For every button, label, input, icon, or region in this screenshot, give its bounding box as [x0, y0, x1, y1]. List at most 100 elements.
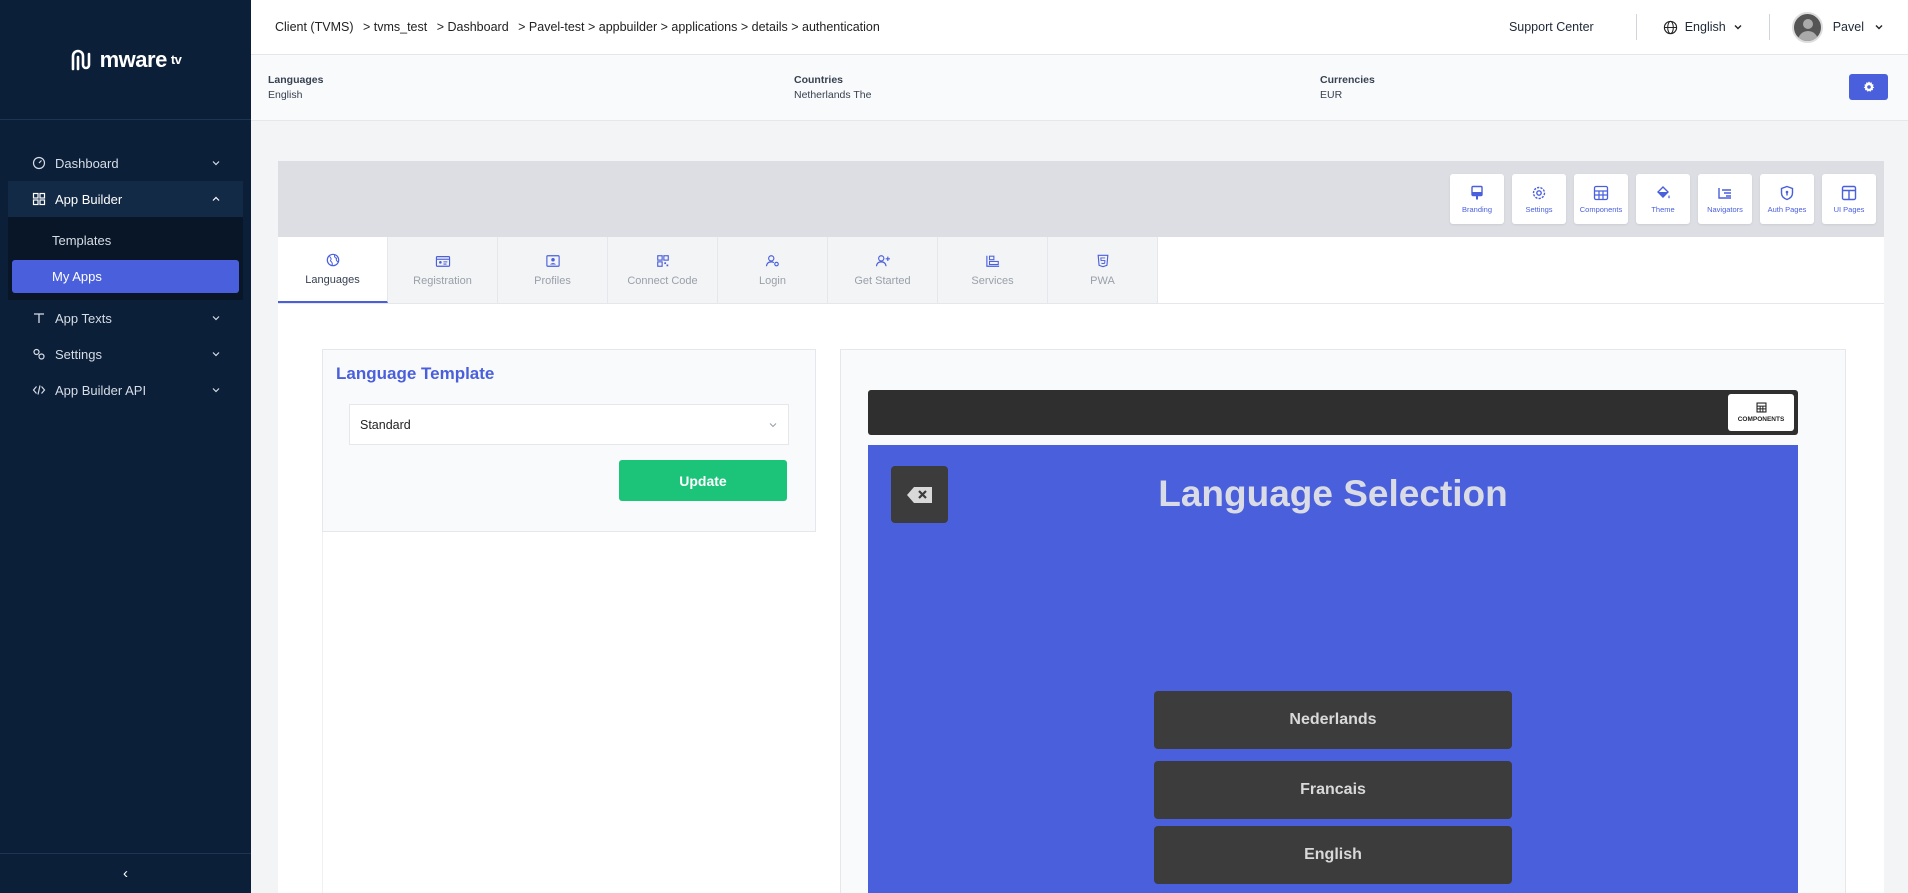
chevron-down-icon: [212, 316, 220, 321]
support-center-link[interactable]: Support Center: [1467, 20, 1636, 34]
toolbar-components-button[interactable]: Components: [1574, 174, 1628, 224]
sidebar-item-app-builder[interactable]: App Builder: [8, 181, 243, 217]
panel-header: Branding Settings Components Theme Navig…: [278, 161, 1884, 237]
tab-get-started[interactable]: Get Started: [828, 237, 938, 303]
components-icon: [1593, 185, 1609, 200]
tab-label: Login: [759, 274, 786, 287]
chevron-down-icon: [769, 422, 777, 427]
sidebar-item-label: App Texts: [55, 310, 112, 326]
top-bar: Client (TVMS) > tvms_test > Dashboard > …: [251, 0, 1908, 55]
tab-services[interactable]: Services: [938, 237, 1048, 303]
preview-toolbar: COMPONENTS: [868, 390, 1798, 435]
tab-label: Connect Code: [627, 274, 698, 287]
auth-tabs: Languages Registration Profiles Connect …: [278, 237, 1884, 304]
tab-label: Services: [971, 274, 1014, 287]
update-button[interactable]: Update: [619, 460, 787, 501]
toolbar-theme-button[interactable]: Theme: [1636, 174, 1690, 224]
toolbar-auth-pages-button[interactable]: Auth Pages: [1760, 174, 1814, 224]
preview-components-label: COMPONENTS: [1737, 416, 1785, 423]
toolbar-branding-label: Branding: [1461, 204, 1493, 214]
info-countries-value: Netherlands The: [794, 89, 872, 101]
language-template-select[interactable]: Standard: [349, 404, 789, 445]
toolbar-ui-pages-button[interactable]: UI Pages: [1822, 174, 1876, 224]
tab-pwa[interactable]: PWA: [1048, 237, 1158, 303]
tab-label: Languages: [305, 273, 360, 286]
gear-icon: [1863, 81, 1874, 92]
list-icon: [1718, 187, 1731, 199]
toolbar-branding-button[interactable]: Branding: [1450, 174, 1504, 224]
info-currencies-value: EUR: [1320, 89, 1343, 101]
chevron-down-icon: [212, 352, 220, 357]
top-bar-actions: Support Center English Pavel: [1467, 0, 1908, 55]
tab-login[interactable]: Login: [718, 237, 828, 303]
text-icon: [34, 313, 44, 323]
preview-title: Language Selection: [1158, 473, 1508, 514]
breadcrumb: Client (TVMS) > tvms_test > Dashboard > …: [275, 20, 1467, 34]
toolbar-theme-label: Theme: [1651, 204, 1675, 214]
sidebar-nav: Dashboard App Builder Templates My Apps …: [0, 120, 251, 408]
layout-icon: [1841, 185, 1857, 200]
tab-languages[interactable]: Languages: [278, 237, 388, 303]
globe-icon: [1663, 20, 1677, 34]
toolbar-navigators-label: Navigators: [1707, 204, 1743, 214]
app-editor-panel: Branding Settings Components Theme Navig…: [278, 161, 1884, 893]
sidebar-item-app-builder-api[interactable]: App Builder API: [8, 372, 243, 408]
chevron-left-icon: ‹: [123, 865, 128, 882]
chevron-down-icon: [212, 161, 220, 166]
user-name: Pavel: [1832, 20, 1864, 34]
language-template-value: Standard: [360, 417, 411, 432]
info-bar: Languages English Countries Netherlands …: [251, 55, 1908, 121]
avatar: [1791, 11, 1823, 43]
html5-icon: [1097, 254, 1108, 267]
sidebar-item-label: Settings: [55, 346, 102, 362]
id-card-icon: [435, 255, 450, 267]
user-menu[interactable]: Pavel: [1770, 11, 1908, 43]
logo-text: mware: [99, 46, 168, 72]
tab-profiles[interactable]: Profiles: [498, 237, 608, 303]
language-template-card: Language Template Standard Update: [322, 349, 816, 532]
shield-icon: [1780, 185, 1794, 200]
tab-registration[interactable]: Registration: [388, 237, 498, 303]
toolbar-ui-pages-label: UI Pages: [1833, 204, 1865, 214]
mwaretv-logo[interactable]: mware tv: [70, 47, 182, 73]
sidebar-collapse-button[interactable]: ‹: [0, 853, 251, 893]
sidebar-item-dashboard[interactable]: Dashboard: [8, 145, 243, 181]
chevron-down-icon: [1734, 25, 1742, 30]
editor-toolbar: Branding Settings Components Theme Navig…: [1450, 174, 1876, 224]
preview-screen: Language Selection Nederlands Francais E…: [868, 445, 1798, 893]
grid-icon: [32, 192, 46, 206]
preview-language-option[interactable]: English: [1154, 826, 1512, 884]
toolbar-navigators-button[interactable]: Navigators: [1698, 174, 1752, 224]
qr-code-icon: [656, 254, 669, 267]
toolbar-components-label: Components: [1579, 204, 1623, 214]
profile-icon: [545, 254, 560, 267]
sidebar-item-app-texts[interactable]: App Texts: [8, 300, 243, 336]
toolbar-settings-button[interactable]: Settings: [1512, 174, 1566, 224]
preview-language-option[interactable]: Francais: [1154, 761, 1512, 819]
info-languages: Languages English: [268, 73, 323, 103]
breadcrumb-item[interactable]: > Pavel-test > appbuilder > applications…: [518, 20, 880, 34]
sidebar-item-label: Dashboard: [55, 155, 119, 171]
sidebar-subitem-my-apps[interactable]: My Apps: [12, 260, 239, 293]
settings-button[interactable]: [1849, 74, 1888, 100]
logo-icon: [71, 49, 90, 70]
tab-connect-code[interactable]: Connect Code: [608, 237, 718, 303]
tab-label: PWA: [1090, 274, 1115, 287]
app-preview: COMPONENTS Language Selection Nederlands…: [840, 349, 1846, 893]
chevron-down-icon: [1875, 25, 1883, 30]
paint-bucket-icon: [1657, 185, 1670, 198]
language-selector[interactable]: English: [1637, 20, 1769, 35]
sidebar-item-settings[interactable]: Settings: [8, 336, 243, 372]
sidebar-subitem-templates[interactable]: Templates: [12, 224, 239, 257]
info-currencies: Currencies EUR: [1320, 73, 1375, 103]
breadcrumb-item[interactable]: Client (TVMS): [275, 20, 353, 34]
tab-label: Profiles: [534, 274, 571, 287]
chevron-up-icon: [212, 196, 220, 201]
logo-area: mware tv: [0, 0, 251, 120]
preview-language-option[interactable]: Nederlands: [1154, 691, 1512, 749]
branding-icon: [1471, 185, 1483, 199]
breadcrumb-item[interactable]: > tvms_test: [363, 20, 427, 34]
preview-components-button[interactable]: COMPONENTS: [1728, 394, 1794, 431]
code-icon: [32, 385, 46, 395]
breadcrumb-item[interactable]: > Dashboard: [437, 20, 509, 34]
